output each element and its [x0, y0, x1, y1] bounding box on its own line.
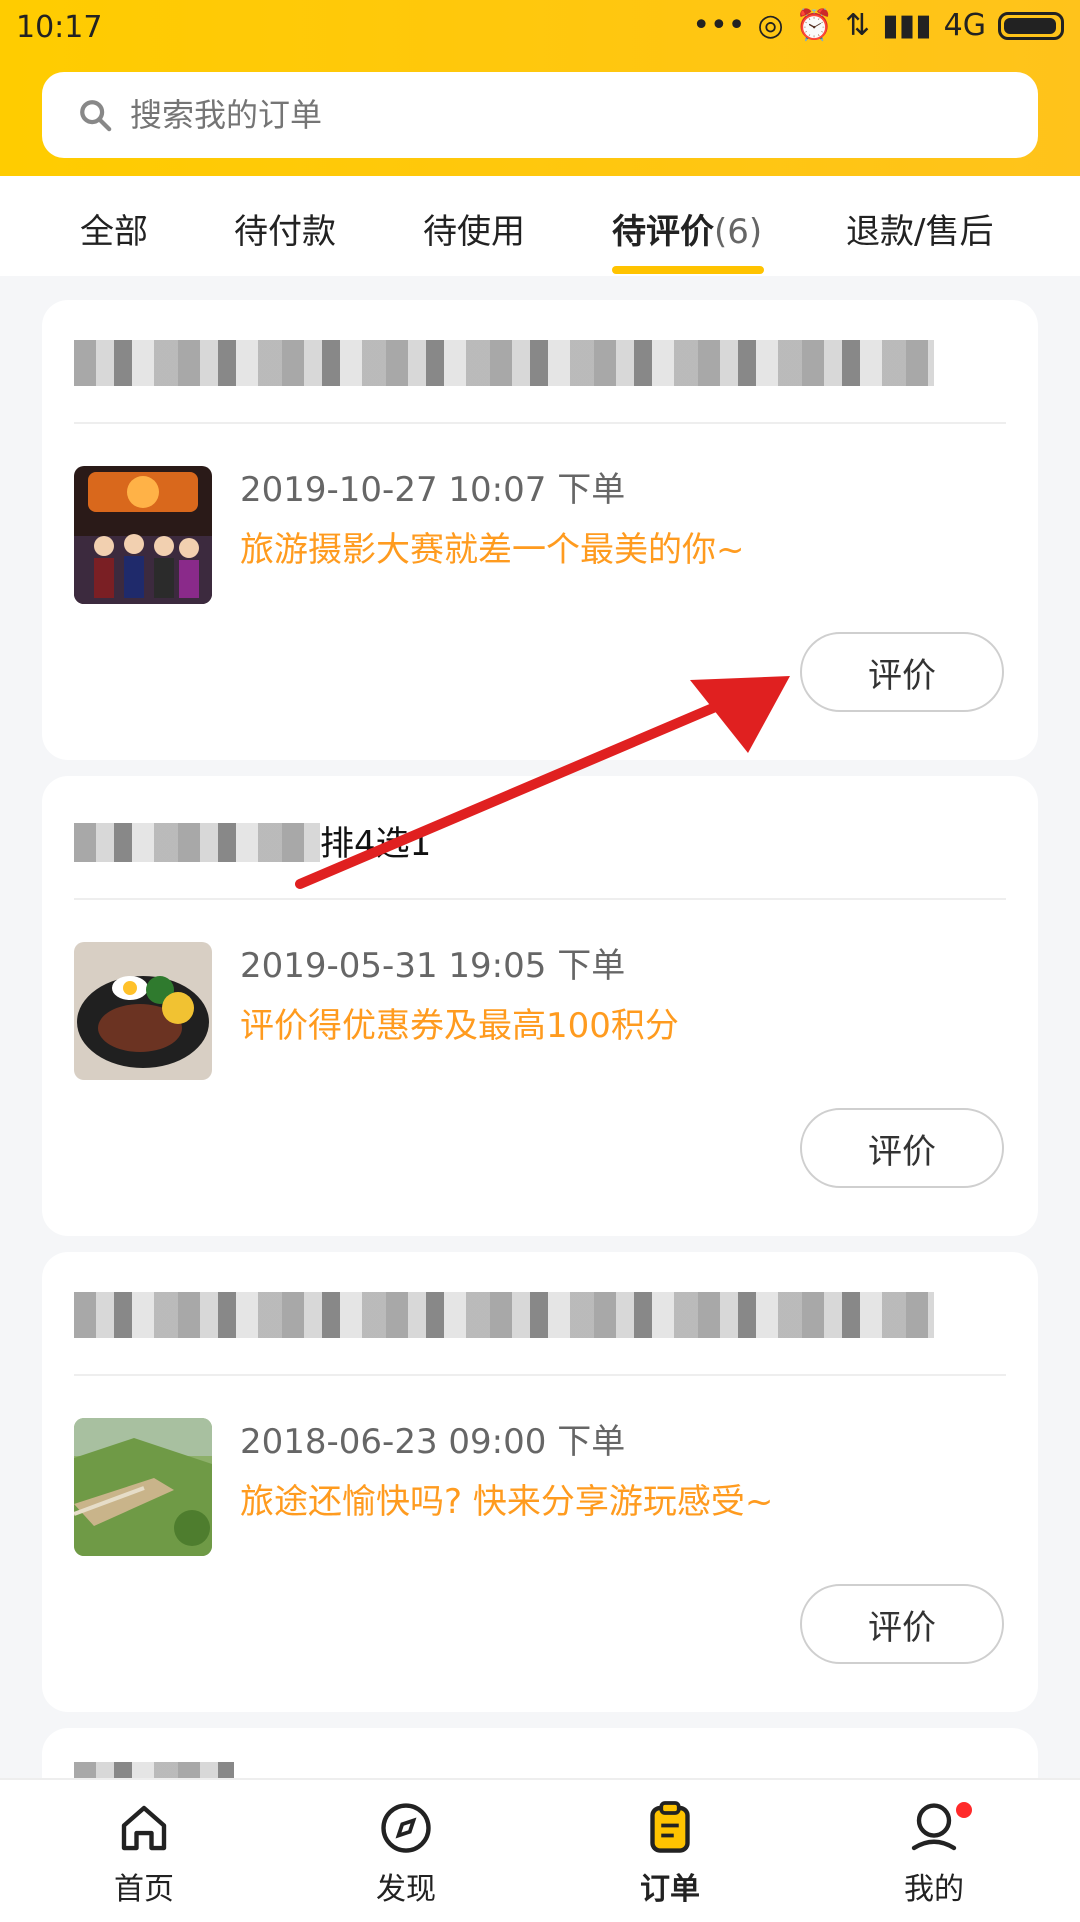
review-button[interactable]: 评价: [800, 1108, 1004, 1188]
promo-link[interactable]: 旅途还愉快吗? 快来分享游玩感受~: [240, 1474, 773, 1523]
blurred-title: [74, 822, 320, 862]
alarm-icon: ⏰: [795, 8, 833, 43]
compass-icon: [381, 1803, 431, 1853]
home-icon: [121, 1805, 167, 1851]
divider: [74, 422, 1006, 424]
search-bar[interactable]: [42, 72, 1038, 158]
nav-orders[interactable]: 订单: [600, 1798, 740, 1908]
tab-all[interactable]: 全部: [80, 204, 148, 253]
divider: [74, 1374, 1006, 1376]
order-title: 排4选1: [74, 816, 974, 862]
order-time: 2019-10-27 10:07 下单: [240, 470, 626, 510]
order-tabs: 全部 待付款 待使用 待评价(6) 退款/售后: [0, 176, 1080, 276]
nav-discover[interactable]: 发现: [336, 1798, 476, 1908]
tab-pending-use[interactable]: 待使用: [423, 204, 525, 253]
tab-active-indicator: [612, 266, 764, 274]
network-type: 4G: [943, 8, 986, 43]
header: 10:17 ••• ◎ ⏰ ⇅ ▮▮▮ 4G: [0, 0, 1080, 176]
status-bar: 10:17 ••• ◎ ⏰ ⇅ ▮▮▮ 4G: [0, 0, 1080, 56]
search-input[interactable]: [128, 95, 992, 135]
tab-pending-review[interactable]: 待评价(6): [612, 204, 762, 253]
order-card[interactable]: 2019-10-27 10:07 下单 旅游摄影大赛就差一个最美的你~ 评价: [42, 300, 1038, 760]
tab-pending-payment[interactable]: 待付款: [234, 204, 336, 253]
search-icon: [80, 100, 112, 132]
blurred-title: [74, 340, 934, 386]
order-card[interactable]: 2018-06-23 09:00 下单 旅途还愉快吗? 快来分享游玩感受~ 评价: [42, 1252, 1038, 1712]
nav-home[interactable]: 首页: [74, 1798, 214, 1908]
status-time: 10:17: [16, 10, 103, 45]
bottom-nav: 首页 发现 订单 我的: [0, 1778, 1080, 1922]
order-time: 2018-06-23 09:00 下单: [240, 1422, 626, 1462]
nav-label: 订单: [640, 1872, 700, 1907]
battery-icon: [998, 11, 1064, 40]
promo-link[interactable]: 旅游摄影大赛就差一个最美的你~: [240, 522, 745, 571]
nav-label: 发现: [376, 1872, 436, 1907]
promo-link[interactable]: 评价得优惠券及最高100积分: [240, 998, 679, 1047]
notification-badge: [956, 1802, 972, 1818]
tab-label: 待评价: [612, 212, 714, 252]
order-thumbnail: [74, 466, 212, 604]
more-dots-icon: •••: [692, 8, 746, 43]
order-title-text: 排4选1: [320, 824, 432, 862]
signal-icon: ▮▮▮: [882, 8, 932, 43]
order-icon: [650, 1801, 690, 1853]
hotspot-icon: ◎: [757, 8, 784, 43]
review-button[interactable]: 评价: [800, 632, 1004, 712]
review-button[interactable]: 评价: [800, 1584, 1004, 1664]
order-time: 2019-05-31 19:05 下单: [240, 946, 626, 986]
nav-label: 我的: [904, 1872, 964, 1907]
nav-label: 首页: [114, 1872, 174, 1907]
order-title: [74, 1292, 974, 1338]
profile-icon: [911, 1803, 957, 1851]
blurred-title: [74, 1292, 934, 1338]
order-thumbnail: [74, 1418, 212, 1556]
order-thumbnail: [74, 942, 212, 1080]
divider: [74, 898, 1006, 900]
order-title: [74, 340, 974, 386]
data-transfer-icon: ⇅: [844, 8, 871, 43]
nav-profile[interactable]: 我的: [864, 1798, 1004, 1908]
order-card[interactable]: 排4选1 2019-05-31 19:05 下单 评价得优惠券及最高100积分 …: [42, 776, 1038, 1236]
tab-count: (6): [714, 212, 763, 252]
status-icons: ••• ◎ ⏰ ⇅ ▮▮▮ 4G: [692, 8, 1064, 43]
tab-refund[interactable]: 退款/售后: [846, 204, 993, 253]
